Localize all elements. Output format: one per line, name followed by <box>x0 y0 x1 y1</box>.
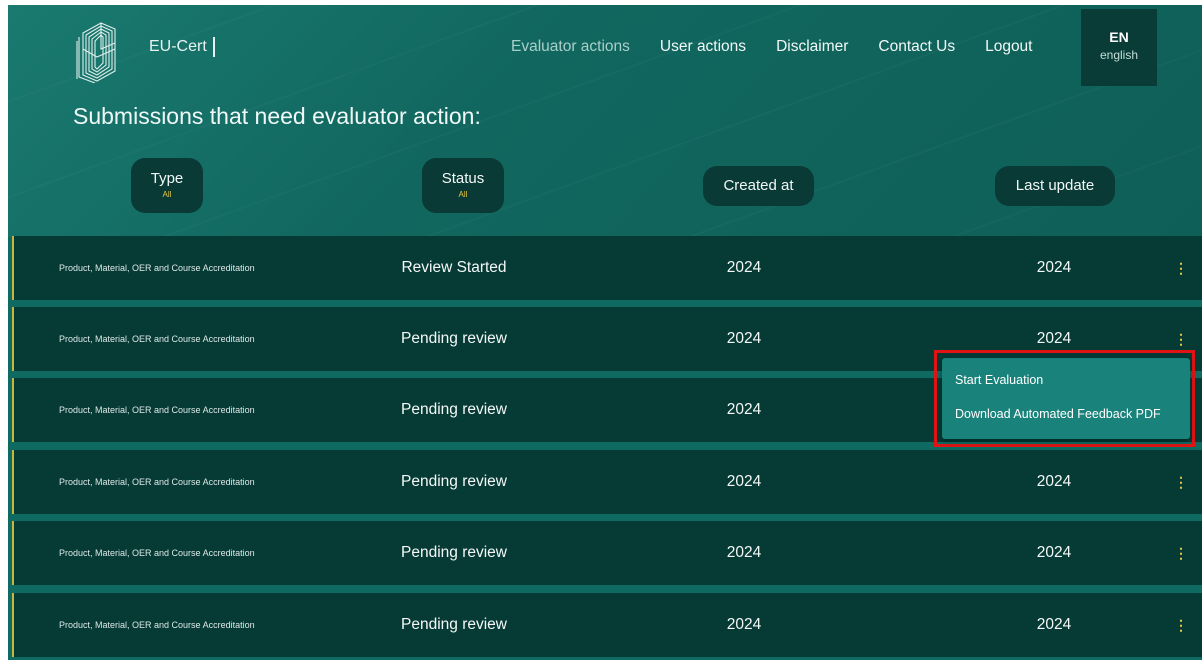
row-created: 2024 <box>726 473 762 490</box>
row-type: Product, Material, OER and Course Accred… <box>59 334 255 344</box>
table-row[interactable]: Product, Material, OER and Course Accred… <box>12 450 1202 514</box>
language-code: EN <box>1109 29 1129 45</box>
filter-status-label: Status <box>441 170 485 187</box>
kebab-icon[interactable]: ⋮ <box>1174 450 1188 514</box>
row-created: 2024 <box>726 259 762 276</box>
nav-contact-us[interactable]: Contact Us <box>878 38 955 56</box>
sort-updated-button[interactable]: Last update <box>995 166 1115 206</box>
row-created: 2024 <box>726 330 762 347</box>
text-caret <box>212 37 215 57</box>
row-type: Product, Material, OER and Course Accred… <box>59 620 255 630</box>
row-type: Product, Material, OER and Course Accred… <box>59 405 255 415</box>
start-evaluation-menu-item[interactable]: Start Evaluation <box>955 373 1043 387</box>
language-switcher[interactable]: EN english <box>1081 9 1157 86</box>
filter-type-button[interactable]: Type All <box>131 158 203 213</box>
brand-label: EU-Cert <box>149 38 207 55</box>
brand[interactable]: EU-Cert <box>75 19 215 83</box>
row-created: 2024 <box>726 616 762 633</box>
filter-status-value: All <box>458 190 468 199</box>
row-type: Product, Material, OER and Course Accred… <box>59 263 255 273</box>
sort-created-label: Created at <box>723 177 794 194</box>
row-actions-menu: Start Evaluation Download Automated Feed… <box>942 358 1190 439</box>
row-status: Pending review <box>401 473 507 490</box>
table-row[interactable]: Product, Material, OER and Course Accred… <box>12 521 1202 585</box>
nav-disclaimer[interactable]: Disclaimer <box>776 38 848 56</box>
main-nav: Evaluator actions User actions Disclaime… <box>511 38 1063 56</box>
filter-status-button[interactable]: Status All <box>422 158 504 213</box>
row-updated: 2024 <box>1036 473 1072 490</box>
kebab-icon[interactable]: ⋮ <box>1174 236 1188 300</box>
row-updated: 2024 <box>1036 259 1072 276</box>
row-status: Pending review <box>401 544 507 561</box>
row-status: Pending review <box>401 616 507 633</box>
row-created: 2024 <box>726 544 762 561</box>
row-status: Review Started <box>401 259 507 276</box>
row-created: 2024 <box>726 401 762 418</box>
table-row[interactable]: Product, Material, OER and Course Accred… <box>12 236 1202 300</box>
app-window: EU-Cert Evaluator actions User actions D… <box>8 5 1202 660</box>
row-updated: 2024 <box>1036 616 1072 633</box>
nav-evaluator-actions[interactable]: Evaluator actions <box>511 38 630 56</box>
kebab-icon[interactable]: ⋮ <box>1174 593 1188 657</box>
filter-type-label: Type <box>150 170 184 187</box>
row-status: Pending review <box>401 401 507 418</box>
row-updated: 2024 <box>1036 544 1072 561</box>
brand-name: EU-Cert <box>149 37 215 57</box>
row-status: Pending review <box>401 330 507 347</box>
nav-user-actions[interactable]: User actions <box>660 38 746 56</box>
table-row[interactable]: Product, Material, OER and Course Accred… <box>12 593 1202 657</box>
page-title: Submissions that need evaluator action: <box>73 103 481 129</box>
sort-created-button[interactable]: Created at <box>703 166 814 206</box>
sort-updated-label: Last update <box>1015 177 1095 194</box>
row-type: Product, Material, OER and Course Accred… <box>59 548 255 558</box>
download-feedback-pdf-menu-item[interactable]: Download Automated Feedback PDF <box>955 407 1161 421</box>
eu-cert-logo-icon <box>76 22 116 83</box>
row-type: Product, Material, OER and Course Accred… <box>59 477 255 487</box>
language-name: english <box>1099 48 1139 62</box>
filter-type-value: All <box>162 190 172 199</box>
nav-logout[interactable]: Logout <box>985 38 1032 56</box>
kebab-icon[interactable]: ⋮ <box>1174 521 1188 585</box>
